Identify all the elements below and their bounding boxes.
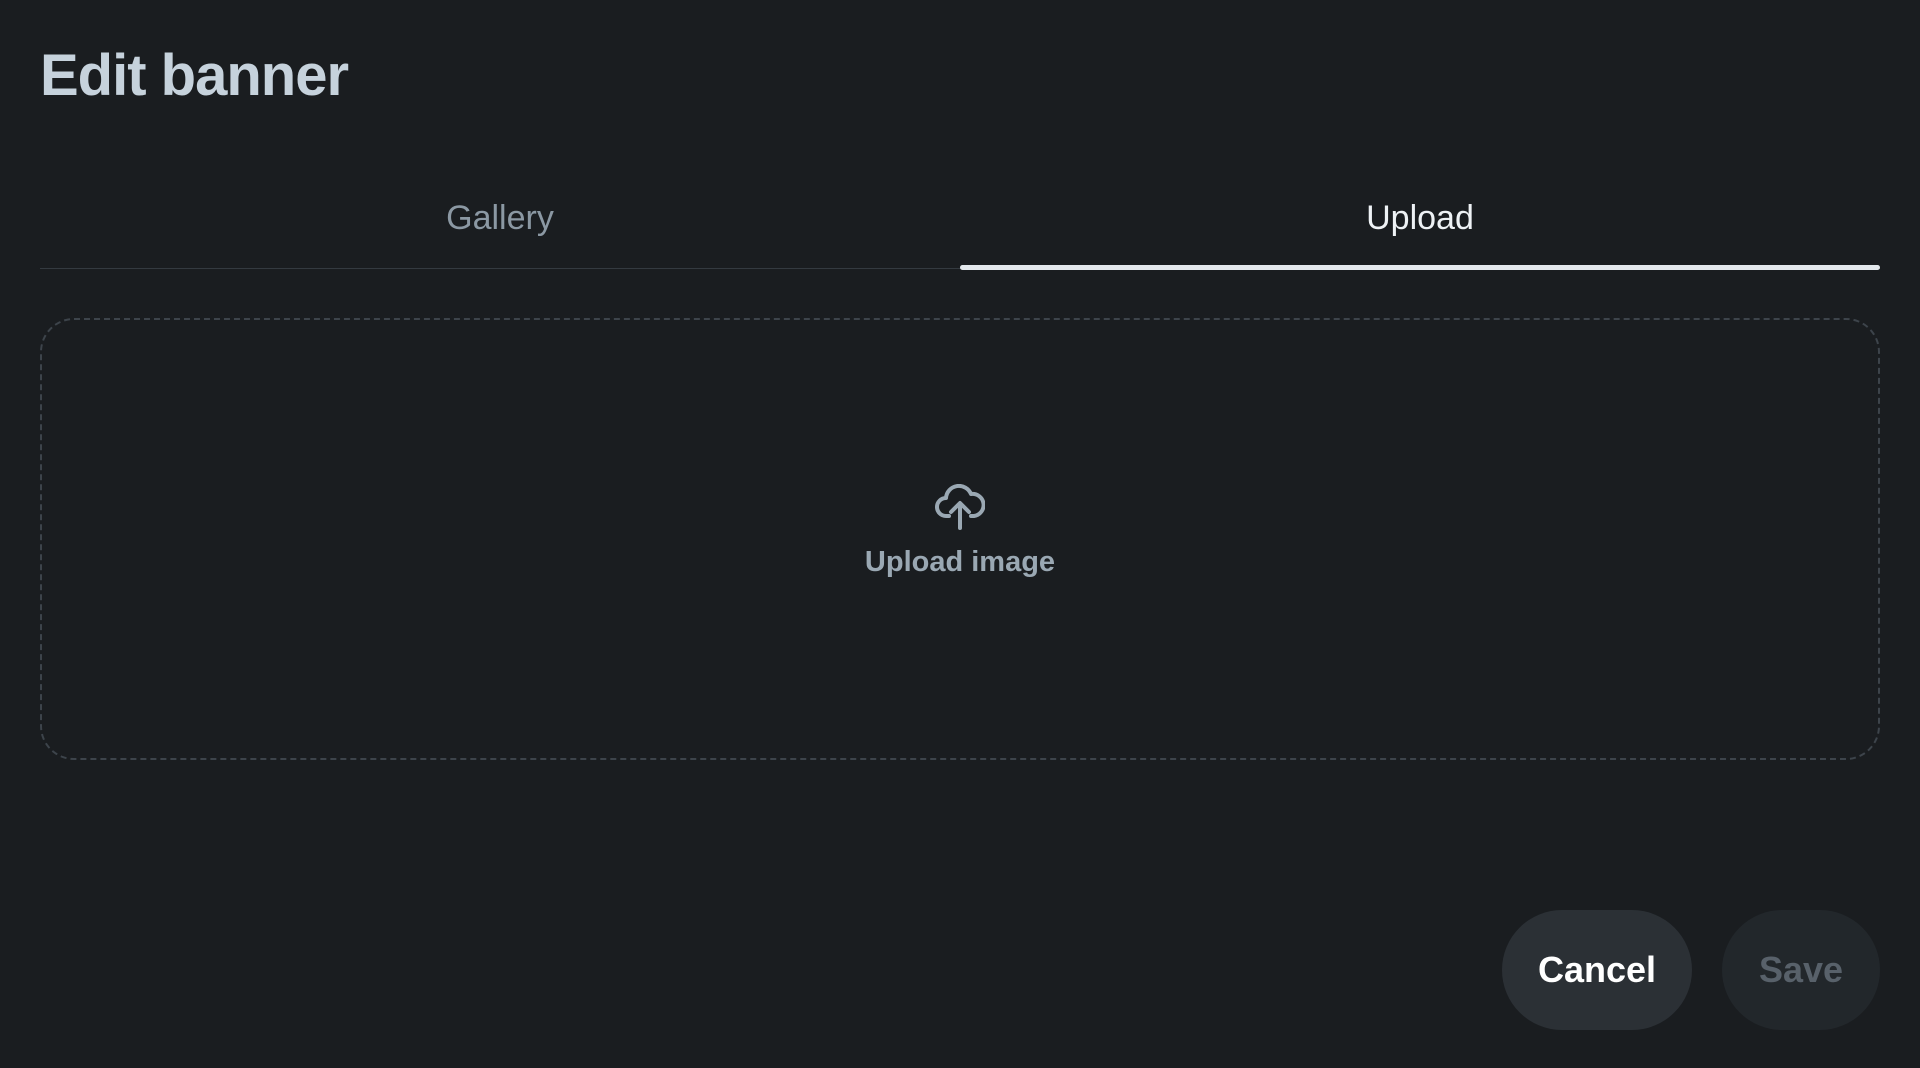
save-button[interactable]: Save — [1722, 910, 1880, 1030]
upload-dropzone[interactable]: Upload image — [40, 318, 1880, 760]
tab-bar: Gallery Upload — [40, 178, 1880, 270]
cloud-upload-icon — [935, 484, 985, 530]
edit-banner-dialog: Edit banner Gallery Upload Upload image … — [0, 0, 1920, 1068]
cancel-button[interactable]: Cancel — [1502, 910, 1692, 1030]
tab-upload-label: Upload — [1366, 199, 1474, 237]
dialog-title: Edit banner — [40, 43, 349, 108]
upload-image-label: Upload image — [864, 546, 1056, 578]
tab-gallery-label: Gallery — [446, 199, 554, 237]
dialog-actions: Cancel Save — [1502, 910, 1880, 1030]
tab-upload[interactable]: Upload — [960, 178, 1880, 270]
tab-gallery[interactable]: Gallery — [40, 178, 960, 268]
